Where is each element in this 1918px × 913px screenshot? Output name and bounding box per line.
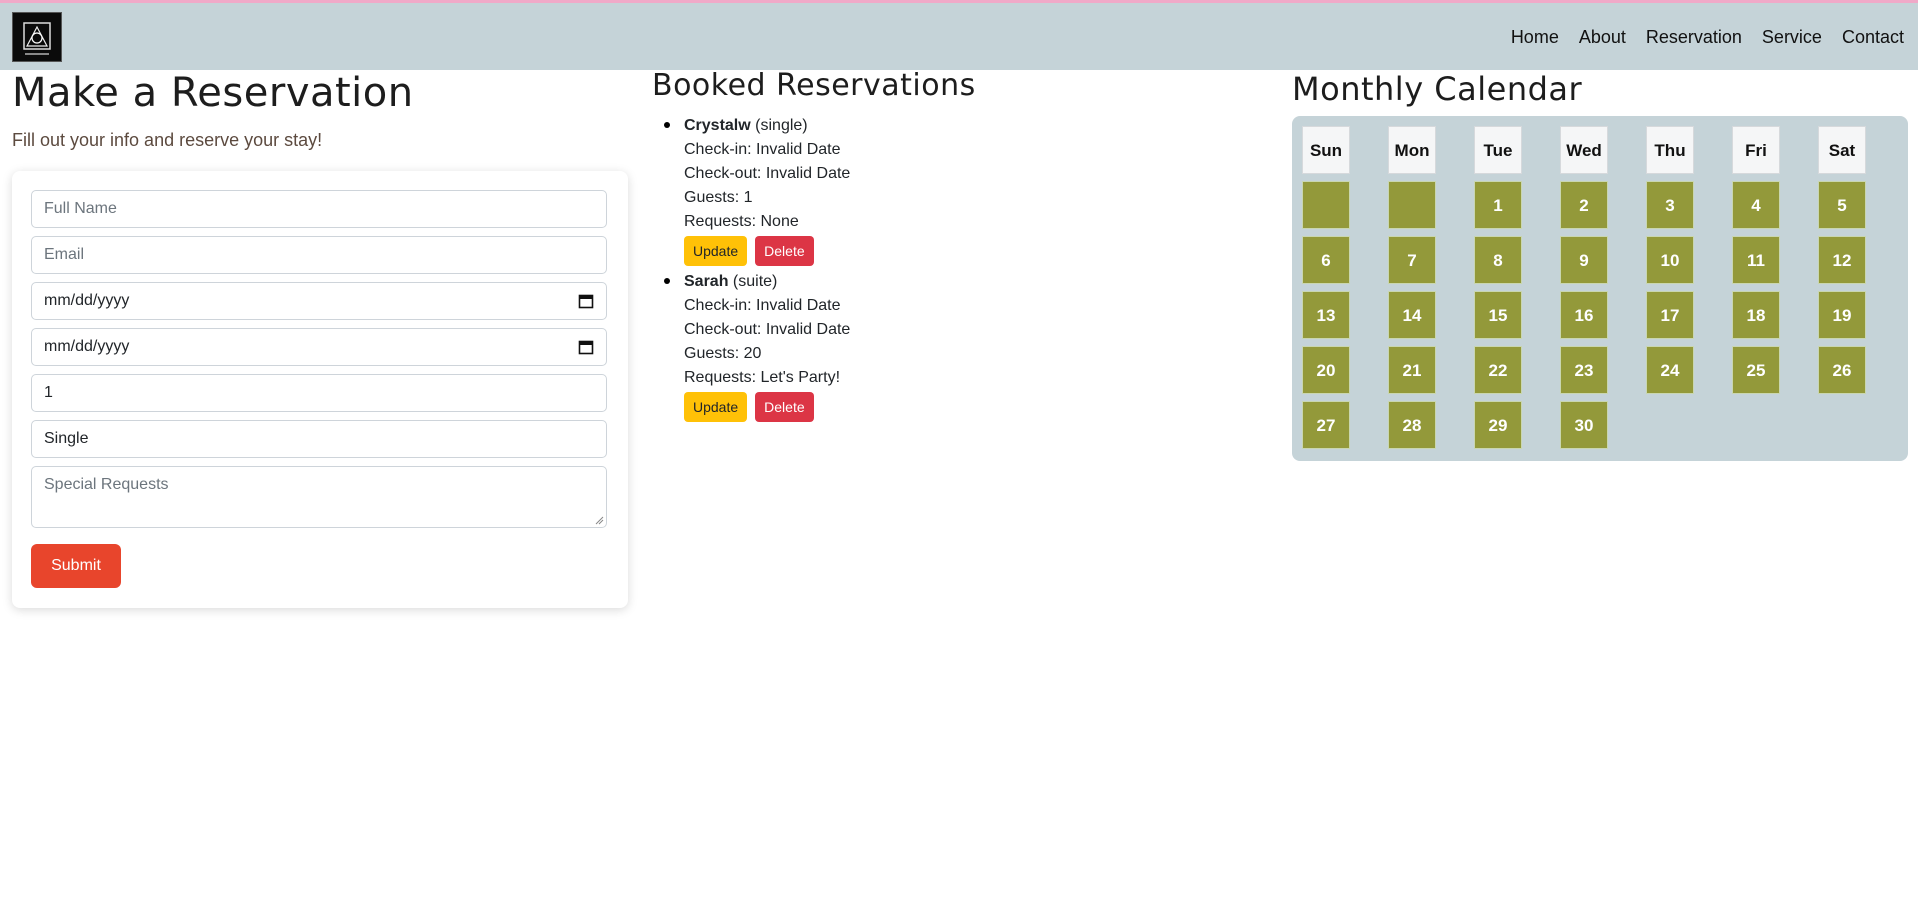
calendar-day-26[interactable]: 26 — [1818, 346, 1866, 394]
weekday-header-fri: Fri — [1732, 126, 1780, 174]
weekday-header-sun: Sun — [1302, 126, 1350, 174]
monthly-calendar-title: Monthly Calendar — [1292, 70, 1583, 108]
reservation-form: Full Name Email mm/dd/yyyy mm/dd/yyyy 1 … — [12, 171, 628, 608]
nav-reservation[interactable]: Reservation — [1646, 27, 1742, 48]
update-button[interactable]: Update — [684, 236, 748, 266]
weekday-header-sat: Sat — [1818, 126, 1866, 174]
nav-service[interactable]: Service — [1762, 27, 1822, 48]
nav-home[interactable]: Home — [1511, 27, 1559, 48]
checkout-date-value: mm/dd/yyyy — [44, 338, 130, 355]
calendar-day-19[interactable]: 19 — [1818, 291, 1866, 339]
guests-text: Guests: 1 — [684, 189, 753, 206]
full-name-input[interactable]: Full Name — [31, 190, 607, 228]
guests-text: Guests: 20 — [684, 345, 762, 362]
monthly-calendar: Sun Mon Tue Wed Thu Fri Sat 1 2 3 4 5 6 7 8 9 10 11 12 13 14… — [1292, 116, 1908, 461]
calendar-day-20[interactable]: 20 — [1302, 346, 1350, 394]
booked-reservations-title: Booked Reservations — [652, 68, 976, 103]
weekday-header-thu: Thu — [1646, 126, 1694, 174]
calendar-day-22[interactable]: 22 — [1474, 346, 1522, 394]
main-nav: Home About Reservation Service Contact — [1491, 27, 1904, 48]
page-subtitle: Fill out your info and reserve your stay… — [12, 130, 323, 150]
calendar-day-23[interactable]: 23 — [1560, 346, 1608, 394]
calendar-empty-cell — [1302, 181, 1350, 229]
weekday-header-wed: Wed — [1560, 126, 1608, 174]
resize-handle-icon[interactable] — [594, 515, 604, 525]
email-input[interactable]: Email — [31, 236, 607, 274]
update-button[interactable]: Update — [684, 392, 748, 422]
calendar-icon[interactable] — [578, 339, 594, 355]
special-requests-textarea[interactable]: Special Requests — [31, 466, 607, 528]
checkout-text: Check-out: Invalid Date — [684, 321, 851, 338]
room-type: (single) — [755, 117, 808, 134]
calendar-icon[interactable] — [578, 293, 594, 309]
list-item: Sarah (suite) Check-in: Invalid Date Che… — [664, 270, 851, 422]
checkin-date-input[interactable]: mm/dd/yyyy — [31, 282, 607, 320]
calendar-day-27[interactable]: 27 — [1302, 401, 1350, 449]
delete-button[interactable]: Delete — [755, 392, 814, 422]
logo-icon — [23, 22, 51, 55]
weekday-header-tue: Tue — [1474, 126, 1522, 174]
calendar-empty-cell — [1388, 181, 1436, 229]
calendar-day-14[interactable]: 14 — [1388, 291, 1436, 339]
calendar-day-21[interactable]: 21 — [1388, 346, 1436, 394]
checkin-text: Check-in: Invalid Date — [684, 297, 841, 314]
guest-name: Crystalw — [684, 117, 751, 134]
room-type: (suite) — [732, 273, 778, 290]
page-title: Make a Reservation — [12, 70, 414, 116]
calendar-day-9[interactable]: 9 — [1560, 236, 1608, 284]
calendar-day-4[interactable]: 4 — [1732, 181, 1780, 229]
logo[interactable] — [12, 12, 62, 62]
calendar-day-18[interactable]: 18 — [1732, 291, 1780, 339]
calendar-day-15[interactable]: 15 — [1474, 291, 1522, 339]
calendar-day-10[interactable]: 10 — [1646, 236, 1694, 284]
calendar-day-28[interactable]: 28 — [1388, 401, 1436, 449]
top-navbar: Home About Reservation Service Contact — [0, 0, 1918, 70]
requests-text: Requests: Let's Party! — [684, 369, 841, 386]
room-type-select[interactable]: Single — [31, 420, 607, 458]
requests-text: Requests: None — [684, 213, 799, 230]
calendar-day-6[interactable]: 6 — [1302, 236, 1350, 284]
calendar-day-17[interactable]: 17 — [1646, 291, 1694, 339]
checkout-date-input[interactable]: mm/dd/yyyy — [31, 328, 607, 366]
list-item: Crystalw (single) Check-in: Invalid Date… — [664, 114, 851, 266]
reservation-list: Crystalw (single) Check-in: Invalid Date… — [664, 114, 851, 422]
bullet-icon — [664, 278, 670, 284]
checkin-date-value: mm/dd/yyyy — [44, 292, 130, 309]
checkout-text: Check-out: Invalid Date — [684, 165, 851, 182]
calendar-day-25[interactable]: 25 — [1732, 346, 1780, 394]
calendar-day-1[interactable]: 1 — [1474, 181, 1522, 229]
calendar-day-30[interactable]: 30 — [1560, 401, 1608, 449]
submit-button[interactable]: Submit — [31, 544, 121, 588]
guest-name: Sarah — [684, 273, 729, 290]
calendar-day-5[interactable]: 5 — [1818, 181, 1866, 229]
guests-input[interactable]: 1 — [31, 374, 607, 412]
calendar-day-24[interactable]: 24 — [1646, 346, 1694, 394]
delete-button[interactable]: Delete — [755, 236, 814, 266]
calendar-day-7[interactable]: 7 — [1388, 236, 1436, 284]
nav-contact[interactable]: Contact — [1842, 27, 1904, 48]
calendar-day-11[interactable]: 11 — [1732, 236, 1780, 284]
calendar-day-3[interactable]: 3 — [1646, 181, 1694, 229]
weekday-header-mon: Mon — [1388, 126, 1436, 174]
calendar-day-29[interactable]: 29 — [1474, 401, 1522, 449]
special-requests-placeholder: Special Requests — [44, 476, 169, 493]
calendar-day-16[interactable]: 16 — [1560, 291, 1608, 339]
checkin-text: Check-in: Invalid Date — [684, 141, 841, 158]
calendar-day-12[interactable]: 12 — [1818, 236, 1866, 284]
nav-about[interactable]: About — [1579, 27, 1626, 48]
calendar-day-13[interactable]: 13 — [1302, 291, 1350, 339]
calendar-day-2[interactable]: 2 — [1560, 181, 1608, 229]
bullet-icon — [664, 122, 670, 128]
calendar-day-8[interactable]: 8 — [1474, 236, 1522, 284]
